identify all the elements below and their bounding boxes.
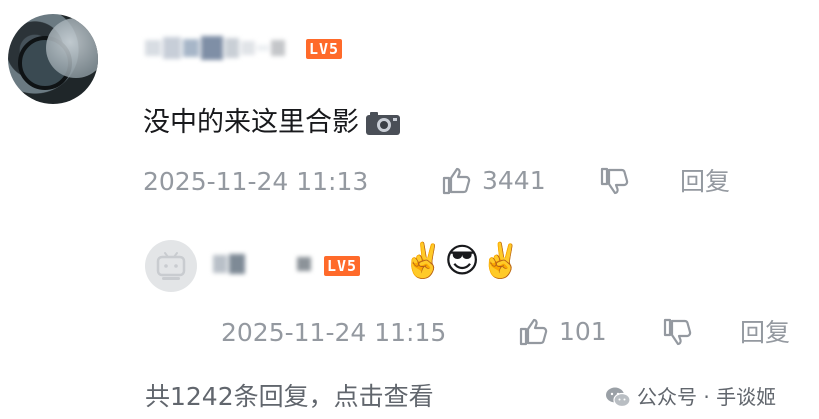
username-blurred[interactable] bbox=[145, 34, 285, 62]
watermark-text: 公众号 · 手谈姬 bbox=[637, 385, 777, 409]
comment-body: 没中的来这里合影 bbox=[143, 107, 359, 138]
comment-timestamp: 2025-11-24 11:13 bbox=[143, 167, 369, 196]
username-blurred[interactable] bbox=[213, 252, 311, 276]
avatar[interactable] bbox=[145, 240, 197, 292]
reply-button[interactable]: 回复 bbox=[740, 316, 790, 350]
reply-text: ✌️😎✌️ bbox=[402, 241, 523, 281]
reply-timestamp: 2025-11-24 11:15 bbox=[221, 318, 447, 347]
thumbs-up-icon bbox=[519, 318, 548, 346]
thumbs-up-icon bbox=[442, 167, 471, 195]
level-badge: LV5 bbox=[306, 39, 343, 59]
wechat-icon bbox=[606, 387, 631, 408]
view-replies-link[interactable]: 共1242条回复，点击查看 bbox=[145, 380, 434, 414]
thumbs-down-icon bbox=[600, 167, 629, 195]
dislike-button[interactable] bbox=[598, 165, 630, 201]
reply-button[interactable]: 回复 bbox=[680, 165, 730, 199]
like-count: 101 bbox=[559, 317, 607, 346]
level-badge: LV5 bbox=[324, 256, 361, 276]
like-count: 3441 bbox=[482, 166, 546, 195]
like-button[interactable]: 3441 bbox=[440, 164, 546, 198]
like-button[interactable]: 101 bbox=[517, 315, 607, 349]
comment-text: 没中的来这里合影 bbox=[143, 103, 401, 143]
camera-icon bbox=[365, 110, 401, 136]
thumbs-down-icon bbox=[663, 318, 692, 346]
watermark: 公众号 · 手谈姬 bbox=[605, 383, 776, 411]
dislike-button[interactable] bbox=[661, 316, 693, 352]
avatar[interactable] bbox=[8, 14, 98, 104]
tv-icon bbox=[156, 252, 186, 280]
